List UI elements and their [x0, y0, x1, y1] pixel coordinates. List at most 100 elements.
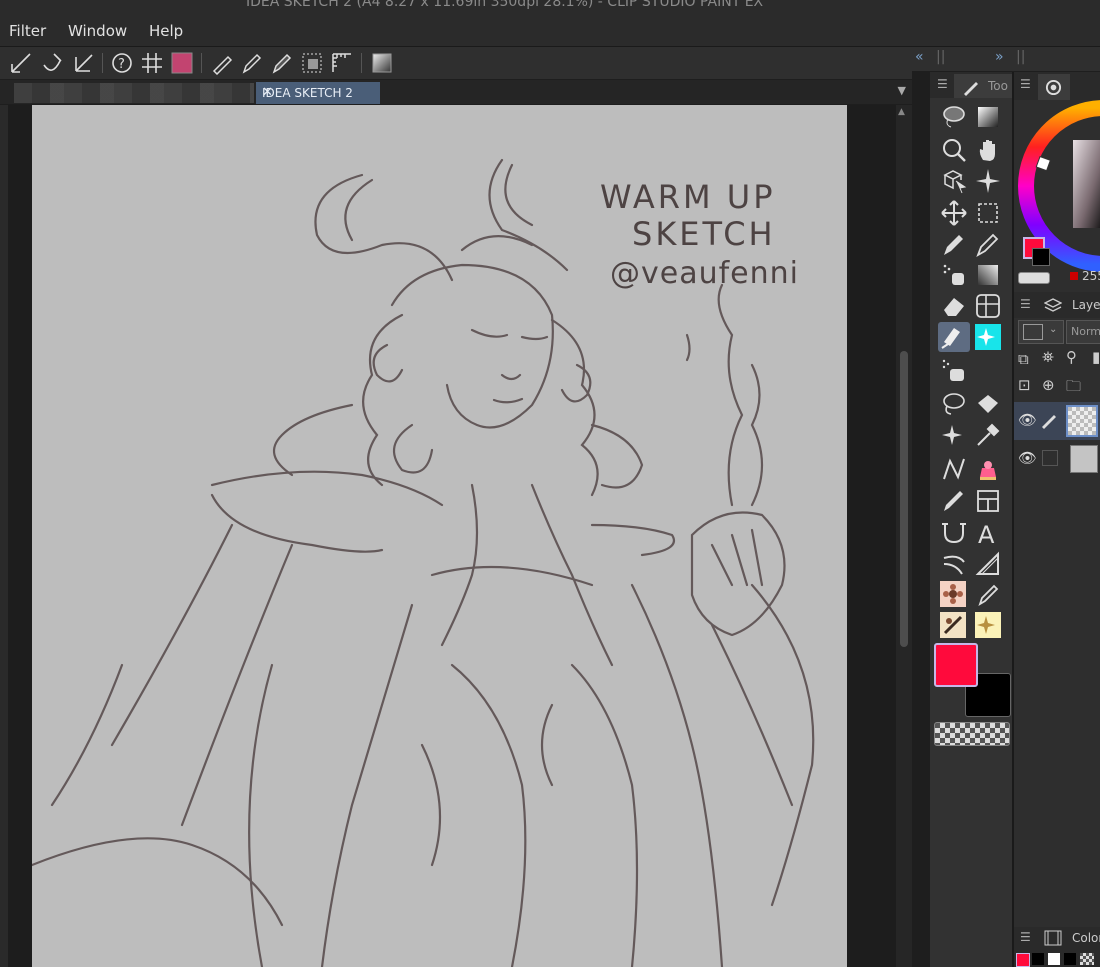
document-tab-active[interactable]: IDEA SKETCH 2 ✕	[256, 82, 380, 104]
lock-alpha-icon[interactable]: ▮	[1092, 348, 1100, 366]
vector-curve-icon[interactable]	[940, 455, 968, 483]
expand-right-icon[interactable]: »	[995, 49, 1004, 65]
blend-mode-dropdown[interactable]: Norm	[1066, 320, 1100, 344]
reference-layer-icon[interactable]: ⛯	[1042, 348, 1054, 366]
chevron-down-icon[interactable]: ▼	[898, 84, 906, 97]
document-tab-blurred[interactable]	[14, 83, 254, 103]
pen-icon[interactable]	[240, 51, 264, 75]
canvas-scrollbar[interactable]: ▲	[896, 105, 912, 967]
cookie-material-icon[interactable]	[939, 611, 967, 639]
paint-bucket-icon[interactable]	[974, 390, 1002, 418]
color-swatch-icon[interactable]	[170, 51, 194, 75]
panel-menu-icon[interactable]: ☰	[1020, 297, 1031, 311]
cake-decoration-icon[interactable]	[974, 455, 1002, 483]
new-folder-icon[interactable]: 🗀	[1066, 376, 1081, 401]
layer-panel-header: ☰ Layer	[1014, 292, 1100, 318]
film-icon	[1044, 930, 1062, 946]
lasso-fill-icon[interactable]	[940, 103, 968, 131]
menu-help[interactable]: Help	[149, 22, 183, 40]
pencil-tool-icon[interactable]	[974, 230, 1002, 258]
marker-pen-icon[interactable]	[974, 580, 1002, 608]
panel-menu-icon[interactable]: ☰	[937, 77, 948, 91]
collapse-left-icon[interactable]: «	[915, 49, 924, 65]
frame-border-icon[interactable]	[974, 292, 1002, 320]
clip-layer-icon[interactable]: ⧉	[1018, 350, 1029, 368]
zoom-icon[interactable]	[940, 136, 968, 164]
airbrush-icon[interactable]	[940, 261, 968, 289]
color-wheel-tab[interactable]	[1038, 74, 1070, 100]
tool-tab[interactable]: Too	[954, 74, 1012, 98]
close-tab-icon[interactable]: ✕	[262, 85, 374, 100]
lasso-icon[interactable]	[940, 390, 968, 418]
layer-row-sketch[interactable]: 👁	[1014, 402, 1100, 440]
layer-row-paper[interactable]: 👁	[1014, 440, 1100, 478]
color-chip[interactable]	[1064, 953, 1076, 965]
eyedropper-icon[interactable]	[974, 421, 1002, 449]
special-ruler-snap-icon[interactable]	[40, 51, 64, 75]
eraser-icon[interactable]	[940, 292, 968, 320]
color-chip[interactable]	[1048, 953, 1060, 965]
grid-icon[interactable]	[140, 51, 164, 75]
layer-check-box[interactable]	[1042, 450, 1058, 466]
toolbar-separator	[102, 53, 103, 73]
mini-transparent[interactable]	[1018, 272, 1050, 284]
new-raster-layer-icon[interactable]: ⊡	[1018, 376, 1031, 394]
brush-tool-icon[interactable]	[940, 487, 968, 515]
new-vector-layer-icon[interactable]: ⊕	[1042, 376, 1055, 394]
mini-sub-color[interactable]	[1032, 248, 1050, 266]
dock-grip-icon: ||	[936, 49, 946, 65]
color-chip[interactable]	[1016, 953, 1030, 967]
ruler-snap-icon[interactable]	[9, 51, 33, 75]
layer-color-dropdown[interactable]: ⌄	[1018, 320, 1064, 344]
help-icon[interactable]: ?	[110, 51, 134, 75]
window-title: IDEA SKETCH 2 (A4 8.27 x 11.69in 350dpi …	[246, 0, 764, 10]
auto-select-icon[interactable]	[974, 167, 1002, 195]
hand-icon[interactable]	[974, 136, 1002, 164]
transform-icon[interactable]	[300, 51, 324, 75]
transparent-color-swatch[interactable]	[934, 722, 1010, 746]
sparkle-cyan-icon[interactable]	[974, 323, 1002, 351]
color-chip[interactable]	[1032, 953, 1044, 965]
color-wheel[interactable]	[1014, 100, 1100, 290]
sparkle-gold-icon[interactable]	[974, 611, 1002, 639]
sparkle-icon[interactable]	[940, 421, 968, 449]
color-chip[interactable]	[1080, 953, 1094, 965]
move-icon[interactable]	[940, 199, 968, 227]
color-wheel-header: ☰	[1014, 72, 1100, 100]
eye-icon[interactable]: 👁	[1018, 411, 1037, 429]
gradient-tool-icon[interactable]	[974, 103, 1002, 131]
dock-grip-icon: ||	[1016, 49, 1026, 65]
panel-menu-icon[interactable]: ☰	[1020, 930, 1031, 944]
spray-icon[interactable]	[940, 357, 968, 385]
main-color-swatch[interactable]	[934, 643, 978, 687]
text-tool-icon[interactable]: A	[974, 519, 1002, 549]
menu-filter[interactable]: Filter	[9, 22, 46, 40]
window-title-bar: IDEA SKETCH 2 (A4 8.27 x 11.69in 350dpi …	[0, 0, 1100, 14]
gradient-icon[interactable]	[370, 51, 394, 75]
pen-tool-icon[interactable]	[940, 230, 968, 258]
svg-text:A: A	[978, 521, 995, 547]
object-select-icon[interactable]	[940, 167, 968, 195]
canvas-paper[interactable]: WARM UP SKETCH @veaufenni	[32, 105, 847, 967]
brush-icon	[964, 82, 978, 96]
scroll-up-icon[interactable]: ▲	[898, 107, 905, 117]
menu-window[interactable]: Window	[68, 22, 127, 40]
speed-line-icon[interactable]	[974, 550, 1002, 578]
grid-snap-icon[interactable]	[72, 51, 96, 75]
fill-tool-icon[interactable]	[938, 322, 970, 352]
balloon-tail-icon[interactable]	[940, 550, 968, 578]
scrollbar-thumb[interactable]	[900, 351, 908, 647]
lock-layer-icon[interactable]: ⚲	[1066, 348, 1077, 366]
ruler-curve-icon[interactable]	[940, 519, 968, 547]
panel-layout-icon[interactable]	[974, 487, 1002, 515]
panel-menu-icon[interactable]: ☰	[1020, 77, 1031, 91]
eye-icon[interactable]: 👁	[1018, 449, 1037, 467]
dock-bar: « || » ||	[912, 47, 1100, 71]
ruler-icon[interactable]	[330, 51, 354, 75]
pencil-icon[interactable]	[270, 51, 294, 75]
flower-material-icon[interactable]	[939, 580, 967, 608]
rect-select-icon[interactable]	[974, 199, 1002, 227]
blend-gradient-icon[interactable]	[974, 261, 1002, 289]
pen-erase-icon[interactable]	[210, 51, 234, 76]
canvas-area[interactable]: WARM UP SKETCH @veaufenni	[0, 105, 896, 967]
